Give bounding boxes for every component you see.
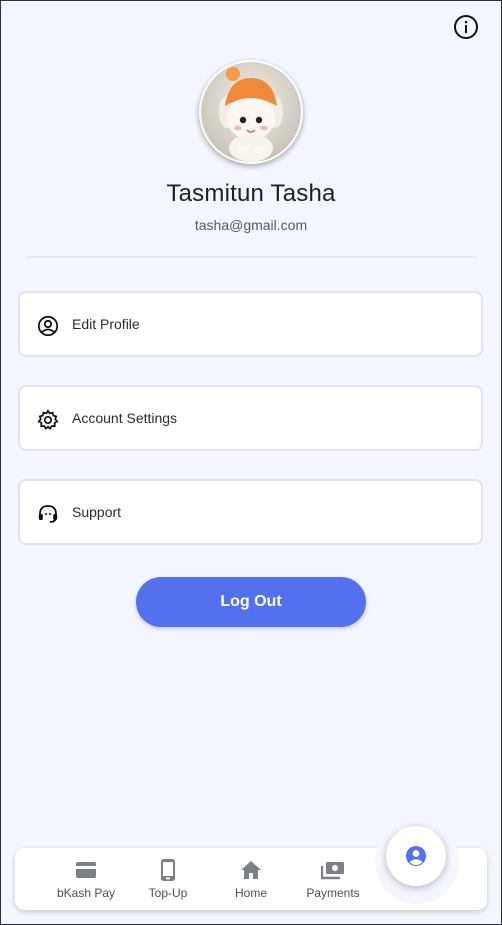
logout-button[interactable]: Log Out bbox=[136, 577, 366, 627]
payments-icon bbox=[321, 862, 344, 880]
card-icon bbox=[76, 862, 96, 878]
home-icon bbox=[241, 861, 261, 879]
nav-bkash-pay[interactable]: bKash Pay bbox=[46, 858, 126, 900]
gear-icon bbox=[37, 409, 59, 430]
account-settings-item[interactable]: Account Settings bbox=[18, 385, 483, 451]
headset-icon bbox=[38, 505, 58, 523]
nav-payments-label: Payments bbox=[306, 886, 360, 900]
nav-home-label: Home bbox=[234, 886, 267, 900]
nav-top-up[interactable]: Top-Up bbox=[128, 858, 208, 900]
user-circle-icon bbox=[37, 315, 59, 337]
avatar[interactable] bbox=[199, 60, 303, 164]
nav-bkash-pay-label: bKash Pay bbox=[56, 886, 116, 900]
nav-payments[interactable]: Payments bbox=[293, 858, 373, 900]
edit-profile-item[interactable]: Edit Profile bbox=[18, 291, 483, 357]
info-button[interactable] bbox=[452, 13, 480, 41]
support-label: Support bbox=[72, 504, 122, 520]
profile-name: Tasmitun Tasha bbox=[166, 180, 336, 207]
divider bbox=[26, 256, 477, 258]
info-icon bbox=[454, 15, 478, 39]
phone-icon bbox=[161, 859, 175, 881]
nav-home[interactable]: Home bbox=[211, 858, 291, 900]
nav-account-button[interactable] bbox=[386, 826, 446, 886]
account-icon bbox=[406, 846, 426, 866]
support-item[interactable]: Support bbox=[18, 479, 483, 545]
account-settings-label: Account Settings bbox=[72, 410, 178, 426]
edit-profile-label: Edit Profile bbox=[72, 316, 140, 332]
profile-email: tasha@gmail.com bbox=[194, 217, 308, 233]
nav-top-up-label: Top-Up bbox=[148, 886, 188, 900]
avatar-bunny-image bbox=[201, 62, 301, 162]
